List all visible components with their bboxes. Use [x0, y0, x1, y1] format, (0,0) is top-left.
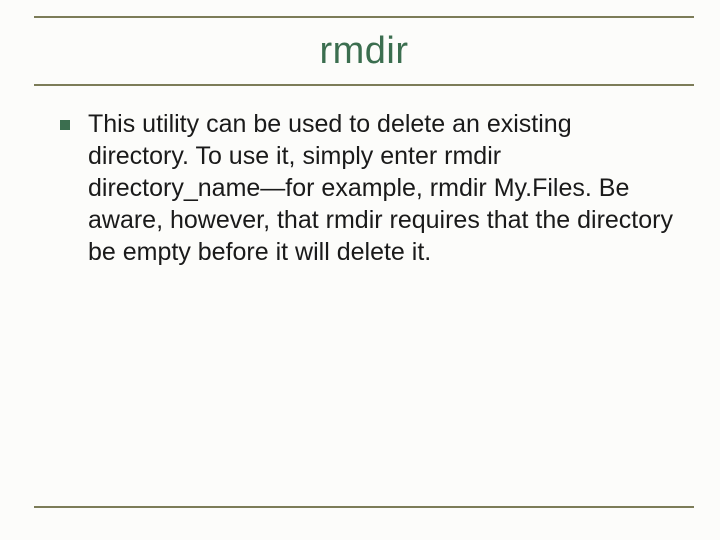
title-area: rmdir	[34, 18, 694, 86]
slide: rmdir This utility can be used to delete…	[0, 0, 720, 540]
bullet-item: This utility can be used to delete an ex…	[60, 108, 674, 268]
body-area: This utility can be used to delete an ex…	[60, 108, 674, 268]
bottom-divider	[34, 506, 694, 508]
slide-title: rmdir	[319, 30, 408, 73]
bullet-square-icon	[60, 120, 70, 130]
bullet-text: This utility can be used to delete an ex…	[88, 108, 674, 268]
